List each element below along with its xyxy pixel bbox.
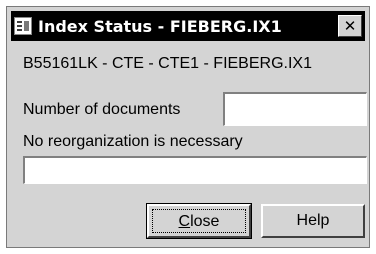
close-button[interactable]: Close — [146, 203, 252, 239]
window-title: Index Status - FIEBERG.IX1 — [38, 16, 282, 36]
index-path-label: B55161LK - CTE - CTE1 - FIEBERG.IX1 — [23, 55, 312, 72]
documents-count-field[interactable] — [223, 92, 367, 126]
reorganization-status-field[interactable] — [23, 156, 367, 184]
index-status-dialog: Index Status - FIEBERG.IX1 ✕ B55161LK - … — [6, 6, 370, 248]
app-icon — [14, 17, 32, 35]
documents-count-label: Number of documents — [23, 101, 181, 118]
help-button-label: Help — [296, 212, 330, 229]
close-window-button[interactable]: ✕ — [338, 15, 362, 37]
close-icon: ✕ — [343, 17, 357, 35]
title-bar[interactable]: Index Status - FIEBERG.IX1 ✕ — [11, 11, 365, 41]
help-button[interactable]: Help — [261, 204, 365, 238]
reorganization-status-label: No reorganization is necessary — [23, 133, 243, 150]
close-button-label: Close — [178, 213, 220, 230]
